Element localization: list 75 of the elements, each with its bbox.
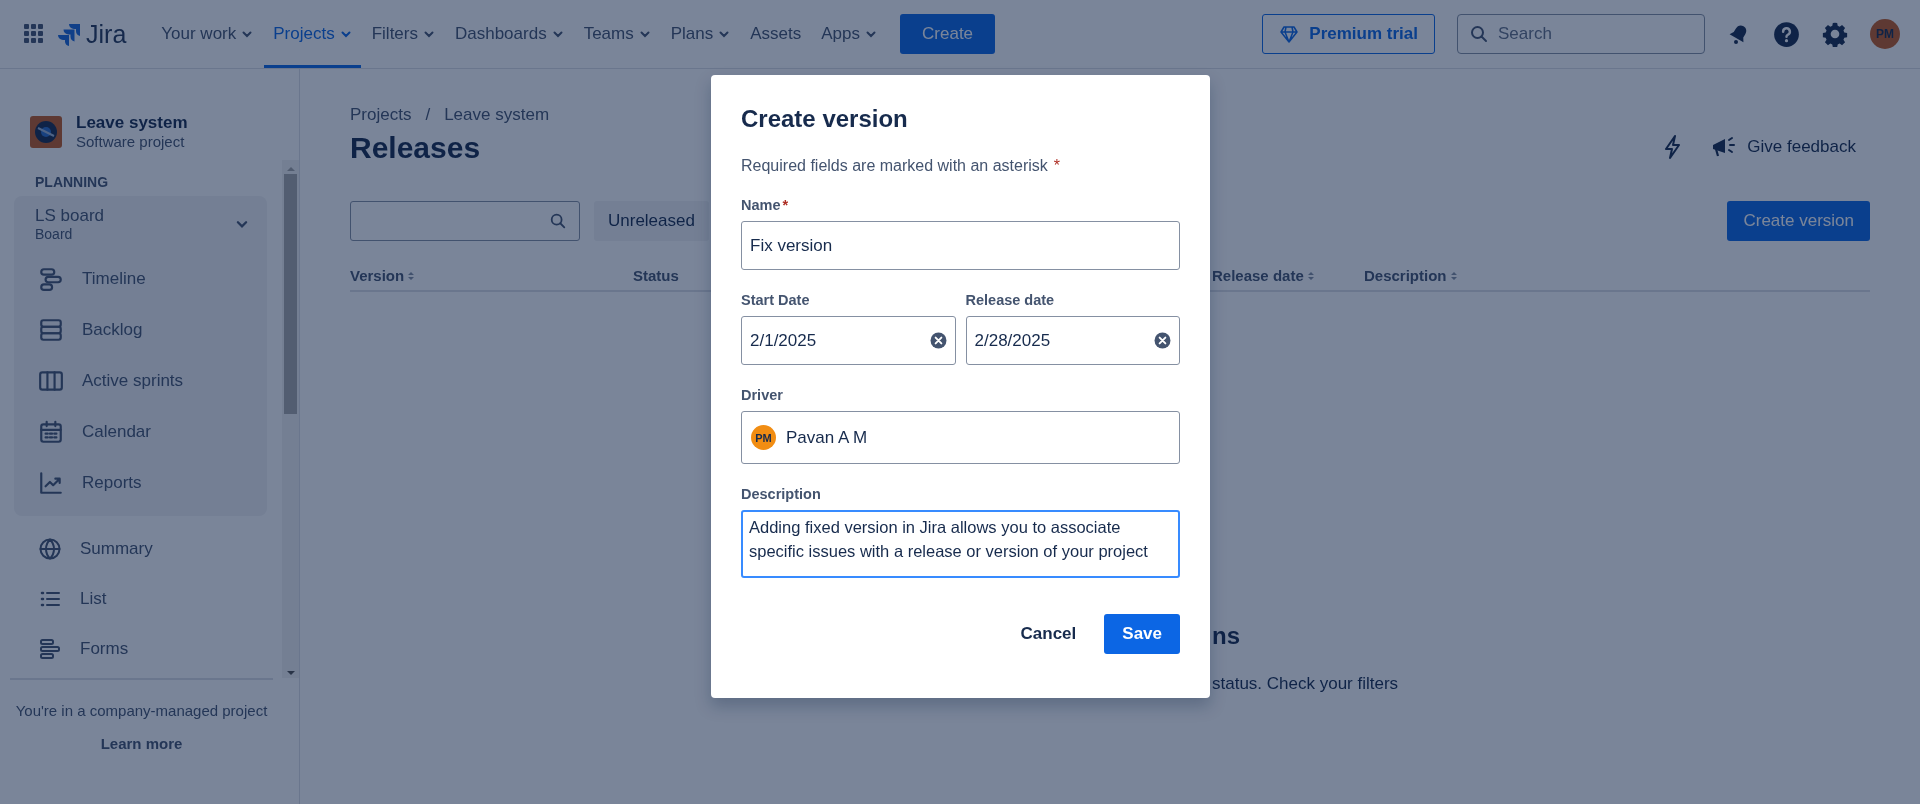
field-label: Start Date xyxy=(741,292,810,308)
scrollbar[interactable] xyxy=(282,160,299,678)
asterisk: * xyxy=(782,197,789,213)
asterisk: * xyxy=(1053,157,1061,174)
nav-tab[interactable]: Projects xyxy=(264,0,361,68)
app-grid-icon[interactable] xyxy=(24,24,44,44)
help-icon[interactable] xyxy=(1773,20,1800,48)
nav-tab[interactable]: Dashboards xyxy=(445,0,573,68)
date-field[interactable]: 2/28/2025 xyxy=(965,316,1180,365)
column-header[interactable]: Status xyxy=(633,267,679,284)
search-field[interactable] xyxy=(350,201,580,241)
empty-state-text: status. Check your filters xyxy=(1212,674,1400,694)
description-field[interactable]: Adding fixed version in Jira allows you to associate specific issues with a release or version of your project xyxy=(741,510,1180,578)
logo-icon xyxy=(58,22,82,46)
filter-button[interactable]: Unreleased xyxy=(594,201,709,241)
sidebar-item[interactable]: Timeline xyxy=(14,253,267,304)
backlog-icon xyxy=(38,316,64,343)
megaphone-icon xyxy=(1711,135,1738,159)
clear-icon[interactable] xyxy=(1154,332,1171,349)
clear-icon[interactable] xyxy=(929,332,947,349)
sidebar-item[interactable]: Summary xyxy=(14,524,267,574)
chart-icon xyxy=(38,469,64,496)
learn-more-link[interactable]: Learn more xyxy=(100,735,183,752)
date-field[interactable]: 2/1/2025 xyxy=(741,316,956,365)
text-field[interactable]: Fix version xyxy=(741,221,1180,270)
nav-tab[interactable]: Assets xyxy=(741,0,811,68)
cancel-button[interactable]: Cancel xyxy=(1002,614,1095,654)
column-header[interactable]: Release date xyxy=(1212,267,1304,284)
project-name: Leave system xyxy=(76,113,188,133)
save-button[interactable]: Save xyxy=(1104,614,1180,654)
diamond-icon xyxy=(1279,24,1300,44)
sidebar-item[interactable]: Backlog xyxy=(14,304,267,355)
field-label: Description xyxy=(741,486,821,502)
timeline-icon xyxy=(38,265,64,292)
column-header[interactable]: Description xyxy=(1364,267,1447,284)
product-name: Jira xyxy=(86,19,127,49)
field-label: Name xyxy=(741,197,781,213)
nav-tab[interactable]: Plans xyxy=(661,0,740,68)
field-label: Release date xyxy=(965,292,1055,308)
breadcrumb-link[interactable]: Leave system xyxy=(444,105,550,125)
empty-state-heading: ns xyxy=(1212,622,1241,650)
search-icon xyxy=(1469,24,1489,44)
settings-icon[interactable] xyxy=(1822,21,1848,47)
search-field[interactable]: Search xyxy=(1457,14,1705,54)
sidebar-item[interactable]: Active sprints xyxy=(14,355,267,406)
field-label: Driver xyxy=(741,387,783,403)
required-note-text: Required fields are marked with an asterisk xyxy=(741,157,1048,174)
project-type: Software project xyxy=(76,133,186,150)
sidebar-item[interactable]: List xyxy=(14,574,267,624)
breadcrumb-separator: / xyxy=(425,105,431,125)
give-feedback-button[interactable]: Give feedback xyxy=(1711,135,1870,159)
breadcrumb-link[interactable]: Projects xyxy=(350,105,412,125)
premium-trial-button[interactable]: Premium trial xyxy=(1262,14,1435,54)
project-icon xyxy=(30,115,62,148)
footer-text: You're in a company-managed project xyxy=(14,702,269,719)
board-type: Board xyxy=(35,226,74,242)
column-header[interactable]: Version xyxy=(350,267,405,284)
nav-tab[interactable]: Filters xyxy=(362,0,444,68)
sidebar-item[interactable]: Reports xyxy=(14,457,267,508)
sidebar-item[interactable]: Forms xyxy=(14,624,267,674)
section-heading: PLANNING xyxy=(34,173,110,192)
form-icon xyxy=(38,637,62,661)
nav-tab[interactable]: Teams xyxy=(574,0,660,68)
board-name[interactable]: LS board xyxy=(35,206,104,226)
nav-tab[interactable]: Your work xyxy=(152,0,263,68)
search-icon xyxy=(549,212,567,230)
dialog-title: Create version xyxy=(741,105,909,133)
globe-icon xyxy=(38,537,62,561)
page-title: Releases xyxy=(350,131,482,165)
nav-tab[interactable]: Apps xyxy=(812,0,887,68)
scroll-down-icon[interactable] xyxy=(285,668,296,678)
create-button[interactable]: Create xyxy=(900,14,996,54)
calendar-icon xyxy=(38,418,64,445)
sidebar-item[interactable]: Calendar xyxy=(14,406,267,457)
create-version-button[interactable]: Create version xyxy=(1727,201,1870,241)
